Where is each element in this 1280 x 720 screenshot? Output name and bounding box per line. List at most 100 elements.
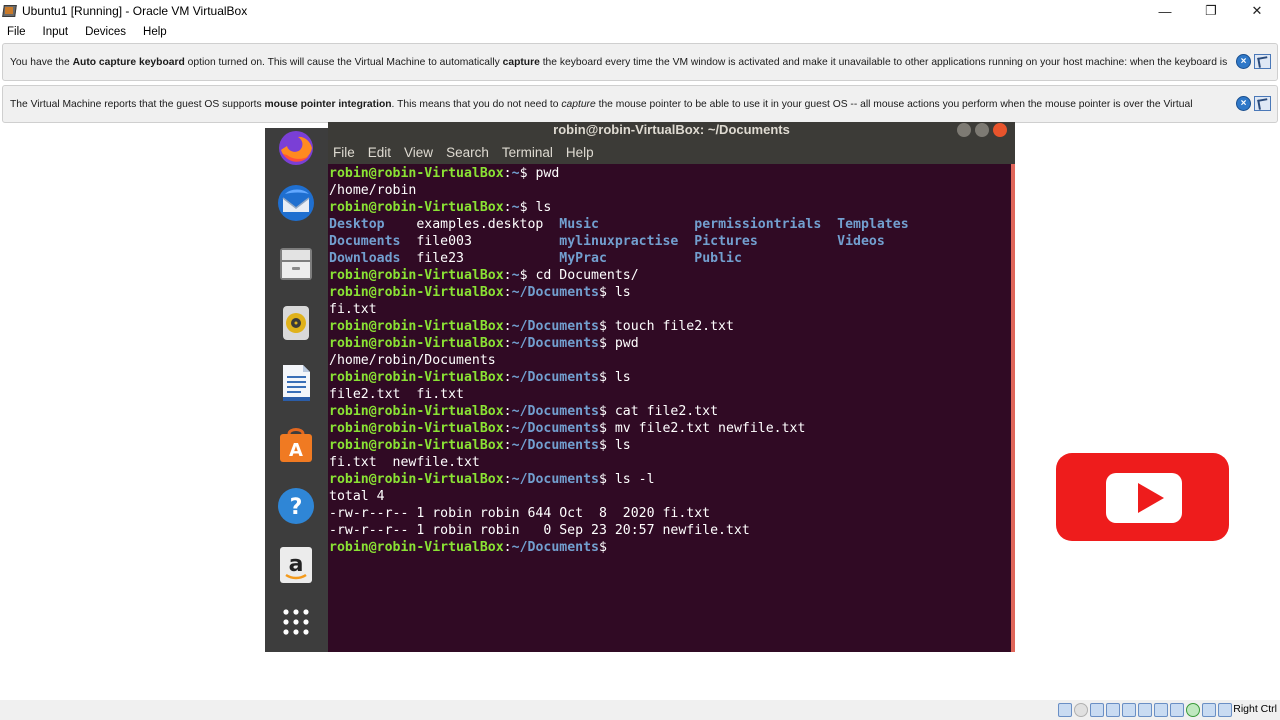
output-text: total 4 <box>329 489 385 504</box>
command-text: $ ls <box>598 285 631 300</box>
terminal-maximize-button[interactable] <box>975 123 989 137</box>
cpu-icon[interactable] <box>1202 703 1216 717</box>
show-applications-icon[interactable] <box>275 602 317 644</box>
terminal-menu-edit[interactable]: Edit <box>368 145 391 160</box>
firefox-icon[interactable] <box>275 128 317 170</box>
status-icons <box>1058 703 1232 717</box>
network-icon[interactable] <box>1106 703 1120 717</box>
terminal-command-line: robin@robin-VirtualBox:~/Documents$ pwd <box>329 335 1011 352</box>
menubar: File Input Devices Help <box>0 22 1280 42</box>
menu-help[interactable]: Help <box>143 26 167 38</box>
ls-entry: file23 <box>416 251 560 266</box>
vm-display[interactable]: A ? a robin@robin-VirtualBox: ~/Document… <box>265 122 1015 652</box>
terminal-menu-search[interactable]: Search <box>446 145 489 160</box>
prompt-user: robin@robin-VirtualBox <box>329 166 504 181</box>
terminal-command-line: robin@robin-VirtualBox:~$ ls <box>329 199 1011 216</box>
notice-actions: × <box>1236 96 1271 111</box>
terminal-minimize-button[interactable] <box>957 123 971 137</box>
terminal-output[interactable]: robin@robin-VirtualBox:~$ pwd/home/robin… <box>328 164 1011 652</box>
window-controls: — ❐ ✕ <box>1142 0 1280 22</box>
prompt-separator: : <box>503 540 512 555</box>
optical-drive-icon[interactable] <box>1074 703 1088 717</box>
minimize-button[interactable]: — <box>1142 0 1188 22</box>
usb-icon[interactable] <box>1122 703 1136 717</box>
ls-entry: MyPrac <box>559 251 695 266</box>
notice-actions: × <box>1236 54 1271 69</box>
window-titlebar: Ubuntu1 [Running] - Oracle VM VirtualBox… <box>0 0 1280 22</box>
prompt-separator: : <box>503 166 512 181</box>
prompt-separator: : <box>503 268 512 283</box>
terminal-output-line: Desktop examples.desktop Music permissio… <box>329 216 1011 233</box>
rhythmbox-icon[interactable] <box>275 302 317 344</box>
notice-text: The Virtual Machine reports that the gue… <box>10 98 1193 110</box>
ls-entry: Downloads <box>329 251 417 266</box>
terminal-menu-view[interactable]: View <box>404 145 433 160</box>
prompt-separator: : <box>503 421 512 436</box>
prompt-user: robin@robin-VirtualBox <box>329 200 504 215</box>
prompt-user: robin@robin-VirtualBox <box>329 319 504 334</box>
output-text: fi.txt <box>329 302 377 317</box>
command-text: $ <box>598 540 607 555</box>
terminal-output-line: file2.txt fi.txt <box>329 386 1011 403</box>
libreoffice-writer-icon[interactable] <box>275 362 317 404</box>
statusbar: Right Ctrl <box>0 700 1280 720</box>
svg-text:?: ? <box>290 495 303 520</box>
terminal-output-line: /home/robin/Documents <box>329 352 1011 369</box>
command-text: $ pwd <box>519 166 560 181</box>
prompt-user: robin@robin-VirtualBox <box>329 404 504 419</box>
terminal-scrollbar[interactable] <box>1011 164 1015 652</box>
prompt-path: ~ <box>511 268 520 283</box>
virtualbox-icon <box>2 3 18 19</box>
youtube-logo <box>1056 453 1229 541</box>
terminal-window-controls <box>957 123 1007 137</box>
menu-input[interactable]: Input <box>43 26 69 38</box>
menu-devices[interactable]: Devices <box>85 26 126 38</box>
ubuntu-dock: A ? a <box>265 128 328 652</box>
command-text: $ cat file2.txt <box>598 404 719 419</box>
svg-text:A: A <box>289 440 303 461</box>
output-text: fi.txt newfile.txt <box>329 455 480 470</box>
thunderbird-icon[interactable] <box>275 182 317 224</box>
prompt-user: robin@robin-VirtualBox <box>329 285 504 300</box>
prompt-path: ~/Documents <box>511 404 599 419</box>
ls-entry: Videos <box>837 234 917 249</box>
prompt-separator: : <box>503 404 512 419</box>
restore-button[interactable]: ❐ <box>1188 0 1234 22</box>
command-text: $ mv file2.txt newfile.txt <box>598 421 806 436</box>
prompt-path: ~/Documents <box>511 285 599 300</box>
terminal-menu-help[interactable]: Help <box>566 145 594 160</box>
terminal-command-line: robin@robin-VirtualBox:~/Documents$ ls <box>329 284 1011 301</box>
terminal-close-button[interactable] <box>993 123 1007 137</box>
help-icon[interactable]: ? <box>275 485 317 527</box>
terminal-output-line: Downloads file23 MyPrac Public <box>329 250 1011 267</box>
command-text: $ cd Documents/ <box>519 268 639 283</box>
video-capture-icon[interactable] <box>1170 703 1184 717</box>
close-notice-icon[interactable]: × <box>1236 96 1251 111</box>
files-icon[interactable] <box>275 242 317 284</box>
output-text: -rw-r--r-- 1 robin robin 644 Oct 8 2020 … <box>329 506 711 521</box>
terminal-menu-file[interactable]: File <box>333 145 355 160</box>
guest-additions-icon[interactable] <box>1186 703 1200 717</box>
do-not-show-again-icon[interactable] <box>1254 54 1271 69</box>
close-notice-icon[interactable]: × <box>1236 54 1251 69</box>
terminal-title: robin@robin-VirtualBox: ~/Documents <box>553 122 790 137</box>
shared-folders-icon[interactable] <box>1138 703 1152 717</box>
prompt-separator: : <box>503 319 512 334</box>
terminal-menu-terminal[interactable]: Terminal <box>502 145 553 160</box>
close-button[interactable]: ✕ <box>1234 0 1280 22</box>
terminal-command-line: robin@robin-VirtualBox:~/Documents$ ls -… <box>329 471 1011 488</box>
amazon-icon[interactable]: a <box>275 544 317 586</box>
hard-disk-icon[interactable] <box>1058 703 1072 717</box>
audio-icon[interactable] <box>1090 703 1104 717</box>
mouse-integration-icon[interactable] <box>1218 703 1232 717</box>
display-icon[interactable] <box>1154 703 1168 717</box>
prompt-path: ~/Documents <box>511 370 599 385</box>
ls-entry: Music <box>559 217 695 232</box>
do-not-show-again-icon[interactable] <box>1254 96 1271 111</box>
prompt-path: ~/Documents <box>511 319 599 334</box>
prompt-path: ~/Documents <box>511 438 599 453</box>
terminal-command-line: robin@robin-VirtualBox:~/Documents$ ls <box>329 437 1011 454</box>
window-title: Ubuntu1 [Running] - Oracle VM VirtualBox <box>22 4 248 18</box>
ubuntu-software-icon[interactable]: A <box>275 424 317 466</box>
menu-file[interactable]: File <box>7 26 26 38</box>
